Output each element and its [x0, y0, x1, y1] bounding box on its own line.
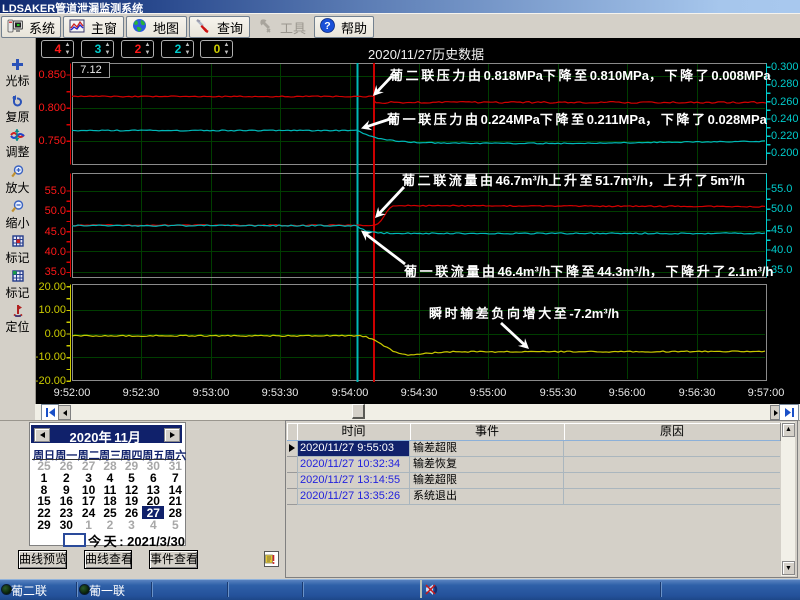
- svg-text:?: ?: [324, 20, 330, 32]
